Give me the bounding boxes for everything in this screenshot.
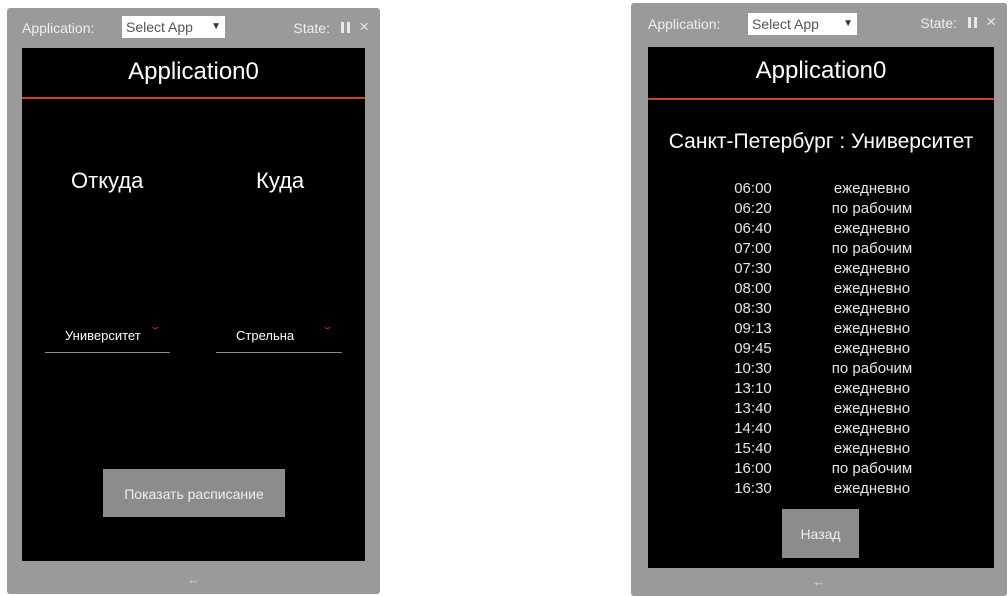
departure-time: 08:00: [734, 280, 772, 297]
departure-time: 09:13: [734, 320, 772, 337]
back-arrow-icon[interactable]: ←: [7, 572, 380, 587]
schedule-row: 06:40 ежедневно: [648, 219, 994, 239]
departure-days: ежедневно: [833, 420, 911, 437]
schedule-row: 14:40 ежедневно: [648, 419, 994, 439]
departure-days: ежедневно: [833, 280, 911, 297]
from-dropdown-value: Университет: [65, 328, 141, 343]
departure-time: 13:40: [734, 400, 772, 417]
departure-time: 07:30: [734, 260, 772, 277]
show-schedule-button[interactable]: Показать расписание: [103, 469, 285, 517]
schedule-row: 06:20 по рабочим: [648, 199, 994, 219]
title-divider: [22, 97, 365, 99]
app-title: Application0: [755, 57, 887, 84]
departure-time: 06:20: [734, 200, 772, 217]
back-arrow-icon[interactable]: ←: [631, 574, 1007, 589]
departure-time: 15:40: [734, 440, 772, 457]
departure-time: 06:40: [734, 220, 772, 237]
departure-days: по рабочим: [831, 200, 913, 217]
schedule-row: 13:40 ежедневно: [648, 399, 994, 419]
departure-days: по рабочим: [831, 240, 913, 257]
app-title: Application0: [128, 58, 259, 85]
app-screen: Application0 Откуда Куда Университет ˇ С…: [22, 48, 365, 561]
departure-days: по рабочим: [831, 360, 913, 377]
departure-days: по рабочим: [831, 460, 913, 477]
pause-icon[interactable]: [341, 22, 350, 33]
departure-time: 10:30: [734, 360, 772, 377]
departure-days: ежедневно: [833, 260, 911, 277]
departure-time: 16:30: [734, 480, 772, 497]
from-label: Откуда: [71, 168, 144, 193]
emulator-toolbar: Application: Select App ▼ State: ×: [7, 8, 380, 48]
departure-time: 16:00: [734, 460, 772, 477]
schedule-row: 07:00 по рабочим: [648, 239, 994, 259]
schedule-row: 08:30 ежедневно: [648, 299, 994, 319]
departure-time: 14:40: [734, 420, 772, 437]
departure-time: 09:45: [734, 340, 772, 357]
departure-time: 07:00: [734, 240, 772, 257]
departure-time: 06:00: [734, 180, 772, 197]
application-label: Application:: [22, 20, 95, 36]
schedule-row: 09:45 ежедневно: [648, 339, 994, 359]
from-dropdown[interactable]: Университет ˇ: [45, 320, 170, 353]
pause-icon[interactable]: [968, 17, 977, 28]
to-label: Куда: [256, 168, 305, 193]
departure-days: ежедневно: [833, 220, 911, 237]
schedule-row: 16:00 по рабочим: [648, 459, 994, 479]
chevron-down-icon: ˇ: [324, 324, 331, 340]
departure-days: ежедневно: [833, 440, 911, 457]
close-icon[interactable]: ×: [359, 17, 369, 37]
app-select-value: Select App: [752, 16, 819, 32]
schedule-row: 09:13 ежедневно: [648, 319, 994, 339]
app-select[interactable]: Select App ▼: [122, 16, 225, 38]
schedule-row: 08:00 ежедневно: [648, 279, 994, 299]
departure-days: ежедневно: [833, 340, 911, 357]
schedule-list: 06:00 ежедневно 06:20 по рабочим 06:40 ежедне…: [648, 179, 994, 499]
emulator-window-right: Application: Select App ▼ State: × Appli…: [631, 3, 1007, 596]
close-icon[interactable]: ×: [986, 12, 996, 32]
schedule-row: 16:30 ежедневно: [648, 479, 994, 499]
application-label: Application:: [648, 16, 721, 32]
schedule-row: 07:30 ежедневно: [648, 259, 994, 279]
schedule-row: 10:30 по рабочим: [648, 359, 994, 379]
back-button[interactable]: Назад: [782, 509, 859, 558]
emulator-window-left: Application: Select App ▼ State: × Appli…: [7, 8, 380, 594]
state-label: State:: [293, 20, 330, 36]
departure-days: ежедневно: [833, 180, 911, 197]
to-dropdown-value: Стрельна: [236, 328, 295, 343]
chevron-down-icon: ˇ: [152, 324, 159, 340]
to-dropdown[interactable]: Стрельна ˇ: [216, 320, 342, 353]
schedule-row: 15:40 ежедневно: [648, 439, 994, 459]
departure-time: 08:30: [734, 300, 772, 317]
departure-days: ежедневно: [833, 380, 911, 397]
app-screen: Application0 Санкт-Петербург : Университ…: [648, 47, 994, 568]
departure-days: ежедневно: [833, 320, 911, 337]
state-label: State:: [920, 15, 957, 31]
chevron-down-icon: ▼: [211, 21, 221, 32]
emulator-toolbar: Application: Select App ▼ State: ×: [631, 3, 1007, 43]
route-title: Санкт-Петербург : Университет: [668, 130, 974, 153]
schedule-row: 06:00 ежедневно: [648, 179, 994, 199]
departure-days: ежедневно: [833, 480, 911, 497]
departure-days: ежедневно: [833, 300, 911, 317]
chevron-down-icon: ▼: [843, 18, 853, 29]
app-select[interactable]: Select App ▼: [748, 13, 857, 35]
departure-days: ежедневно: [833, 400, 911, 417]
departure-time: 13:10: [734, 380, 772, 397]
title-divider: [648, 98, 994, 100]
schedule-row: 13:10 ежедневно: [648, 379, 994, 399]
app-select-value: Select App: [126, 19, 193, 35]
